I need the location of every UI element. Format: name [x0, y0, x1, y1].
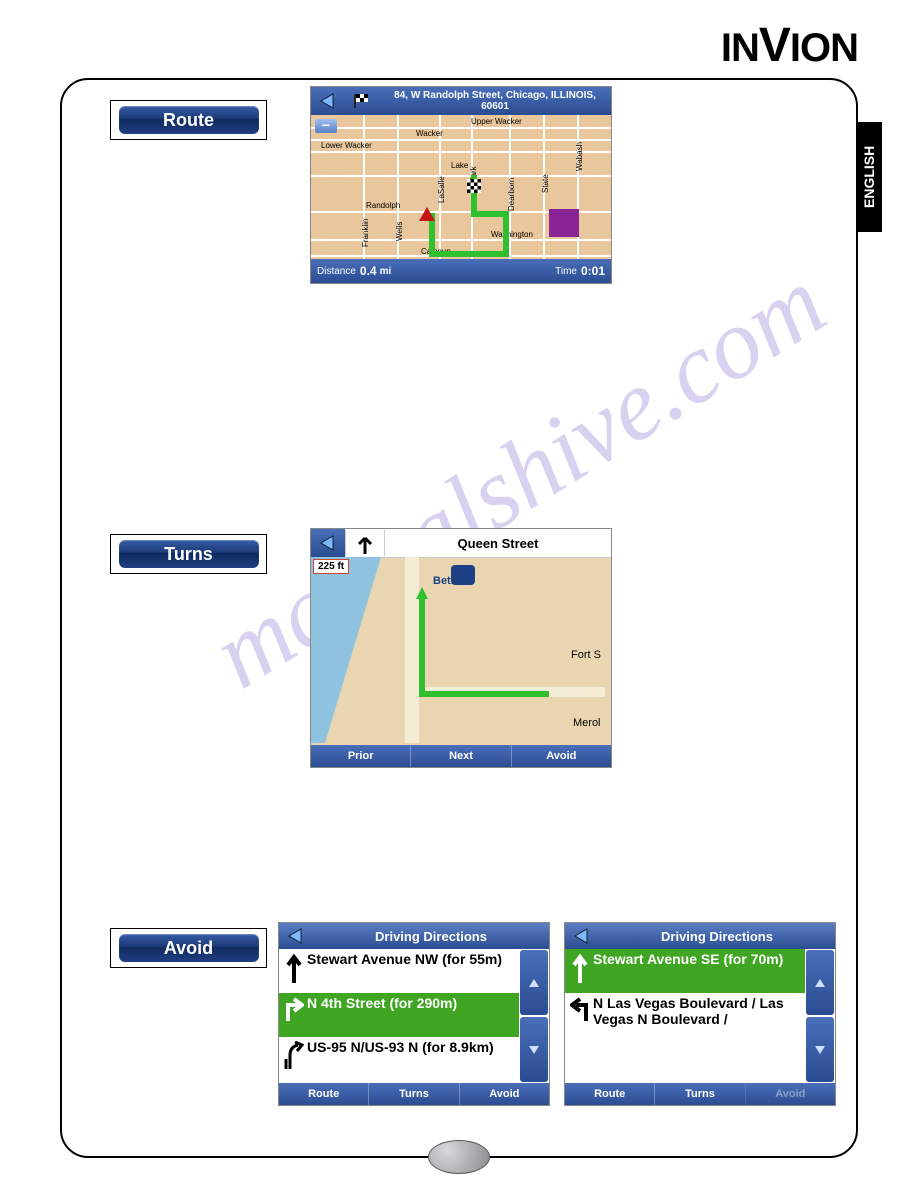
page-indicator [428, 1140, 490, 1174]
street-washington: Washington [491, 230, 533, 239]
distance-unit: mi [380, 266, 392, 277]
directions-bottombar: Route Turns Avoid [279, 1083, 549, 1105]
destination-flag-icon[interactable] [345, 87, 379, 115]
directions-bottombar: Route Turns Avoid [565, 1083, 835, 1105]
directions-title: Driving Directions [313, 929, 549, 944]
straight-icon [281, 951, 307, 983]
avoid-button[interactable]: Avoid [511, 745, 611, 767]
turns-button-outer: Turns [110, 534, 267, 574]
language-tab: ENGLISH [856, 122, 882, 232]
back-icon[interactable] [565, 922, 599, 950]
route-topbar: 84, W Randolph Street, Chicago, ILLINOIS… [311, 87, 611, 115]
destination-address: 84, W Randolph Street, Chicago, ILLINOIS… [379, 88, 611, 114]
street-lake: Lake [451, 161, 468, 170]
avoid-tab-button-disabled: Avoid [745, 1083, 835, 1105]
street-franklin: Franklin [361, 219, 370, 247]
list-item[interactable]: Stewart Avenue SE (for 70m) [565, 949, 805, 993]
turns-tab-button[interactable]: Turns [654, 1083, 744, 1105]
route-map-screenshot: 84, W Randolph Street, Chicago, ILLINOIS… [310, 86, 612, 284]
list-item[interactable]: N Las Vegas Boulevard / Las Vegas N Boul… [565, 993, 805, 1037]
scroll-column [805, 949, 835, 1083]
turns-map-screenshot: Queen Street Bethel Fort S Merol 225 ft … [310, 528, 612, 768]
list-item-text: Stewart Avenue NW (for 55m) [307, 951, 517, 967]
water-area [311, 557, 381, 743]
back-icon[interactable] [279, 922, 313, 950]
street-randolph: Randolph [366, 201, 400, 210]
turn-right-icon [281, 995, 307, 1021]
directions-column: Stewart Avenue NW (for 55m) N 4th Street… [279, 949, 519, 1083]
merge-icon [281, 1039, 307, 1069]
list-item-text: US-95 N/US-93 N (for 8.9km) [307, 1039, 517, 1055]
street-lasalle: LaSalle [437, 176, 446, 203]
poi-block [549, 209, 579, 237]
directions-list-right: Driving Directions Stewart Avenue SE (fo… [564, 922, 836, 1106]
scroll-up-button[interactable] [806, 950, 834, 1015]
turn-left-icon [567, 995, 593, 1021]
turns-street-title: Queen Street [385, 536, 611, 551]
turns-map-area[interactable]: Bethel Fort S Merol [311, 557, 611, 743]
turn-direction-icon [345, 530, 385, 556]
route-shield-icon [451, 565, 475, 585]
directions-title: Driving Directions [599, 929, 835, 944]
avoid-button[interactable]: Avoid [119, 934, 259, 962]
time-value: 0:01 [581, 264, 605, 278]
directions-body: Stewart Avenue SE (for 70m) N Las Vegas … [565, 949, 835, 1083]
current-position-marker [419, 207, 435, 221]
list-item[interactable]: N 4th Street (for 290m) [279, 993, 519, 1037]
route-button[interactable]: Route [119, 106, 259, 134]
directions-header: Driving Directions [279, 923, 549, 949]
turns-topbar: Queen Street [311, 529, 611, 558]
street-lower-wacker: Lower Wacker [321, 141, 372, 150]
turns-bottombar: Prior Next Avoid [311, 745, 611, 767]
directions-header: Driving Directions [565, 923, 835, 949]
next-button[interactable]: Next [410, 745, 510, 767]
list-item-text: N Las Vegas Boulevard / Las Vegas N Boul… [593, 995, 803, 1027]
route-button-outer: Route [110, 100, 267, 140]
directions-column: Stewart Avenue SE (for 70m) N Las Vegas … [565, 949, 805, 1083]
list-item-text: N 4th Street (for 290m) [307, 995, 517, 1011]
list-item-text: Stewart Avenue SE (for 70m) [593, 951, 803, 967]
street-dearborn: Dearborn [507, 178, 516, 211]
avoid-tab-button[interactable]: Avoid [459, 1083, 549, 1105]
route-map-area[interactable]: Upper Wacker Wacker Lower Wacker Lake Ra… [311, 115, 611, 259]
route-bottombar: Distance 0.4 mi Time 0:01 [311, 259, 611, 283]
distance-label: Distance [317, 266, 356, 277]
destination-marker [467, 179, 481, 193]
list-item[interactable]: US-95 N/US-93 N (for 8.9km) [279, 1037, 519, 1081]
back-icon[interactable] [311, 87, 345, 115]
place-fort: Fort S [571, 649, 601, 661]
street-state: State [541, 174, 550, 193]
time-label: Time [555, 266, 577, 277]
scroll-column [519, 949, 549, 1083]
brand-logo: INVION [721, 18, 858, 73]
scroll-up-button[interactable] [520, 950, 548, 1015]
scroll-down-button[interactable] [520, 1017, 548, 1082]
avoid-button-outer: Avoid [110, 928, 267, 968]
route-tab-button[interactable]: Route [279, 1083, 368, 1105]
street-wacker: Wacker [416, 129, 443, 138]
directions-body: Stewart Avenue NW (for 55m) N 4th Street… [279, 949, 549, 1083]
directions-list-left: Driving Directions Stewart Avenue NW (fo… [278, 922, 550, 1106]
scroll-down-button[interactable] [806, 1017, 834, 1082]
back-icon[interactable] [311, 529, 345, 557]
straight-icon [567, 951, 593, 983]
prior-button[interactable]: Prior [311, 745, 410, 767]
route-tab-button[interactable]: Route [565, 1083, 654, 1105]
distance-value: 0.4 [360, 264, 377, 278]
distance-badge: 225 ft [313, 559, 349, 574]
route-arrowhead [416, 587, 428, 599]
turns-button[interactable]: Turns [119, 540, 259, 568]
place-merol: Merol [573, 717, 601, 729]
street-wells: Wells [395, 222, 404, 241]
zoom-out-button[interactable]: − [315, 119, 337, 133]
list-item[interactable]: Stewart Avenue NW (for 55m) [279, 949, 519, 993]
turns-tab-button[interactable]: Turns [368, 1083, 458, 1105]
street-upper-wacker: Upper Wacker [471, 117, 522, 126]
street-wabash: Wabash [575, 142, 584, 171]
